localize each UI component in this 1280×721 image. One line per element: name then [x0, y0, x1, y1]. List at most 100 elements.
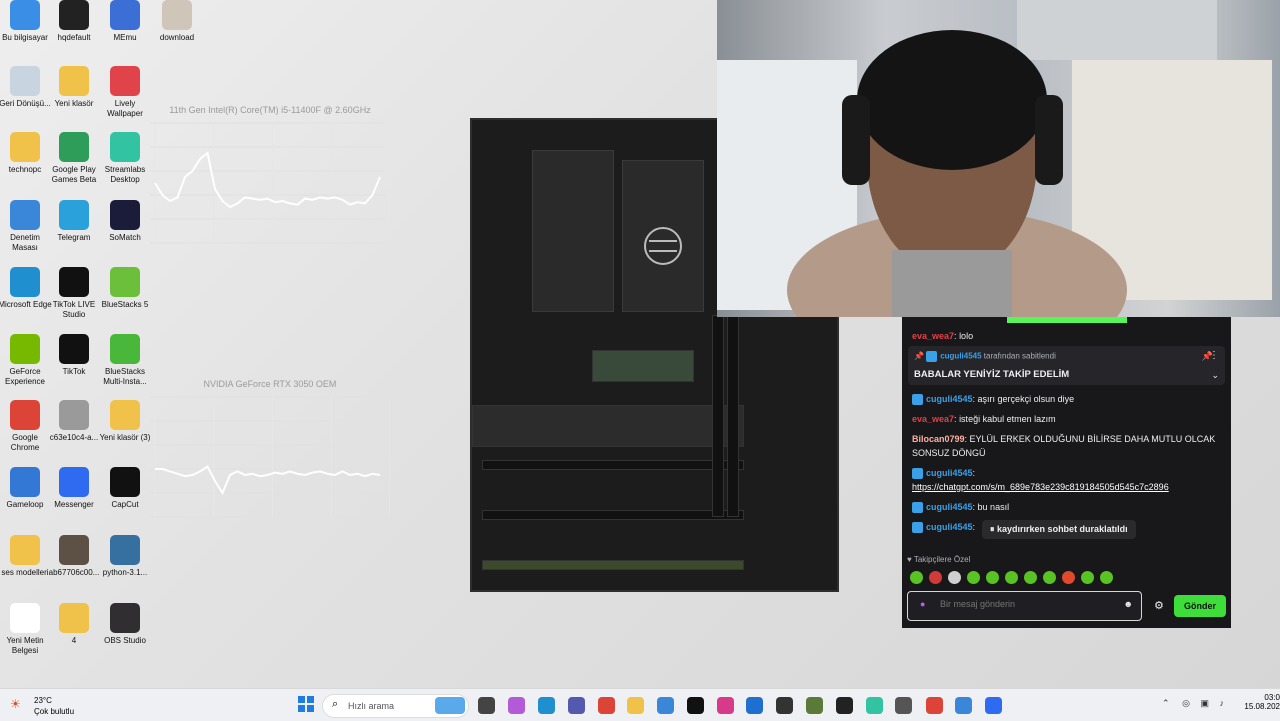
desktop-icon-label: Google Play Games Beta: [51, 165, 97, 184]
emote-icon[interactable]: [1043, 571, 1056, 584]
more-options-icon[interactable]: ⋮: [1209, 350, 1219, 361]
desktop-icon[interactable]: ab67706c00...: [46, 535, 102, 578]
emote-row: [910, 571, 1119, 586]
bluestacks-icon: [110, 334, 140, 364]
desktop-icon-label: c63e10c4-a...: [49, 433, 99, 442]
desktop-icon-label: SoMatch: [109, 233, 141, 242]
recycle-bin-icon: [10, 66, 40, 96]
streamlabs-icon[interactable]: [866, 697, 883, 714]
messenger-icon[interactable]: [985, 697, 1002, 714]
chat-username[interactable]: cuguli4545: [926, 394, 973, 404]
image-icon: [59, 400, 89, 430]
desktop-icon[interactable]: Lively Wallpaper: [97, 66, 153, 119]
copilot-icon[interactable]: [508, 697, 525, 714]
chat-text: lolo: [959, 331, 974, 341]
emote-icon[interactable]: [948, 571, 961, 584]
tiktok-icon[interactable]: [687, 697, 704, 714]
mic-icon[interactable]: ●: [920, 599, 925, 609]
emote-icon[interactable]: [929, 571, 942, 584]
desktop-icon[interactable]: SoMatch: [97, 200, 153, 243]
chrome-icon[interactable]: [598, 697, 615, 714]
desktop-icon[interactable]: Yeni klasör (3): [97, 400, 153, 443]
instagram-icon[interactable]: [717, 697, 734, 714]
chevron-up-icon[interactable]: ⌃: [1162, 698, 1170, 708]
desktop-icon[interactable]: Google Play Games Beta: [46, 132, 102, 185]
chat-username[interactable]: cuguli4545: [926, 522, 973, 532]
gpu-usage-chart: [150, 396, 390, 518]
settings-icon[interactable]: [895, 697, 912, 714]
chat-username[interactable]: cuguli4545: [926, 502, 973, 512]
desktop-icon[interactable]: Telegram: [46, 200, 102, 243]
chevron-down-icon[interactable]: ⌄: [1211, 370, 1219, 381]
desktop-icon-label: BlueStacks Multi-Insta...: [103, 367, 147, 386]
emote-icon[interactable]: [910, 571, 923, 584]
desktop-icon[interactable]: MEmu: [97, 0, 153, 43]
chat-username[interactable]: Bilocan0799: [912, 434, 965, 444]
desktop-icon[interactable]: OBS Studio: [97, 603, 153, 646]
store-icon[interactable]: [657, 697, 674, 714]
network-icon[interactable]: ▣: [1200, 698, 1209, 708]
desktop-icon[interactable]: Messenger: [46, 467, 102, 510]
desktop-icon[interactable]: 4: [46, 603, 102, 646]
emote-icon[interactable]: [1100, 571, 1113, 584]
edge-icon[interactable]: [538, 697, 555, 714]
desktop-icon[interactable]: BlueStacks 5: [97, 267, 153, 310]
chat-paused-banner[interactable]: ⏸ kaydırırken sohbet duraklatıldı: [982, 520, 1136, 539]
chat-link[interactable]: https://chatgpt.com/s/m_689e783e239c8191…: [912, 482, 1169, 492]
emote-icon[interactable]: [986, 571, 999, 584]
send-button[interactable]: Gönder: [1174, 595, 1226, 617]
desktop-icon[interactable]: download: [149, 0, 205, 43]
desktop-icon[interactable]: Yeni klasör: [46, 66, 102, 109]
clock[interactable]: 03:0 15.08.202: [1244, 693, 1280, 711]
file-explorer-icon[interactable]: [627, 697, 644, 714]
chrome-like-icon[interactable]: [435, 697, 465, 714]
photo-icon[interactable]: [955, 697, 972, 714]
desktop-icon[interactable]: TikTok: [46, 334, 102, 377]
vrm-heatsink: [532, 150, 614, 312]
cpu-widget: 11th Gen Intel(R) Core(TM) i5-11400F @ 2…: [150, 105, 390, 244]
tiktok-icon: [59, 334, 89, 364]
chat-text: bu nasıl: [977, 502, 1010, 512]
chat-input[interactable]: [938, 598, 1112, 610]
volume-icon[interactable]: ♪: [1219, 698, 1224, 708]
clock-time: 03:0: [1264, 693, 1280, 702]
teams-icon[interactable]: [568, 697, 585, 714]
desktop-icon[interactable]: CapCut: [97, 467, 153, 510]
desktop-icon[interactable]: TikTok LIVE Studio: [46, 267, 102, 320]
settings-gear-icon[interactable]: ⚙: [1154, 599, 1164, 612]
folder-icon: [59, 66, 89, 96]
emote-icon[interactable]: [967, 571, 980, 584]
mic-tray-icon[interactable]: ◎: [1182, 698, 1190, 708]
desktop-icon[interactable]: Streamlabs Desktop: [97, 132, 153, 185]
memu-icon: [110, 0, 140, 30]
outlook-icon[interactable]: [746, 697, 763, 714]
terminal-icon[interactable]: [836, 697, 853, 714]
desktop-icon-label: TikTok LIVE Studio: [52, 300, 96, 319]
emote-icon[interactable]: [1062, 571, 1075, 584]
emoji-icon[interactable]: ☻: [1124, 599, 1133, 609]
desktop-icon[interactable]: hqdefault: [46, 0, 102, 43]
emote-icon[interactable]: [1081, 571, 1094, 584]
chat-username[interactable]: eva_wea7: [912, 414, 954, 424]
chat-username[interactable]: eva_wea7: [912, 331, 954, 341]
somatch-icon: [110, 200, 140, 230]
desktop-icon-label: Telegram: [57, 233, 91, 242]
desktop-icon[interactable]: c63e10c4-a...: [46, 400, 102, 443]
emote-icon[interactable]: [1024, 571, 1037, 584]
desktop-icon[interactable]: python-3.1...: [97, 535, 153, 578]
chat-input-box[interactable]: ● ☻: [907, 591, 1142, 621]
chat-username[interactable]: cuguli4545: [926, 468, 973, 478]
desktop-icon[interactable]: BlueStacks Multi-Insta...: [97, 334, 153, 387]
search-icon: ⌕: [332, 698, 339, 710]
pinned-message: 📌 cuguli4545 tarafından sabitlendi BABAL…: [908, 346, 1225, 385]
cpu-widget-title: 11th Gen Intel(R) Core(TM) i5-11400F @ 2…: [169, 105, 371, 115]
python-icon: [110, 535, 140, 565]
start-button[interactable]: [298, 696, 314, 712]
weather-widget[interactable]: ☀ 23°C Çok bulutlu: [10, 693, 80, 717]
emote-icon[interactable]: [1005, 571, 1018, 584]
chrome-active-icon[interactable]: [926, 697, 943, 714]
file-icon[interactable]: [478, 697, 495, 714]
pinned-by-user[interactable]: cuguli4545: [940, 352, 981, 361]
minecraft-icon[interactable]: [806, 697, 823, 714]
steam-icon[interactable]: [776, 697, 793, 714]
